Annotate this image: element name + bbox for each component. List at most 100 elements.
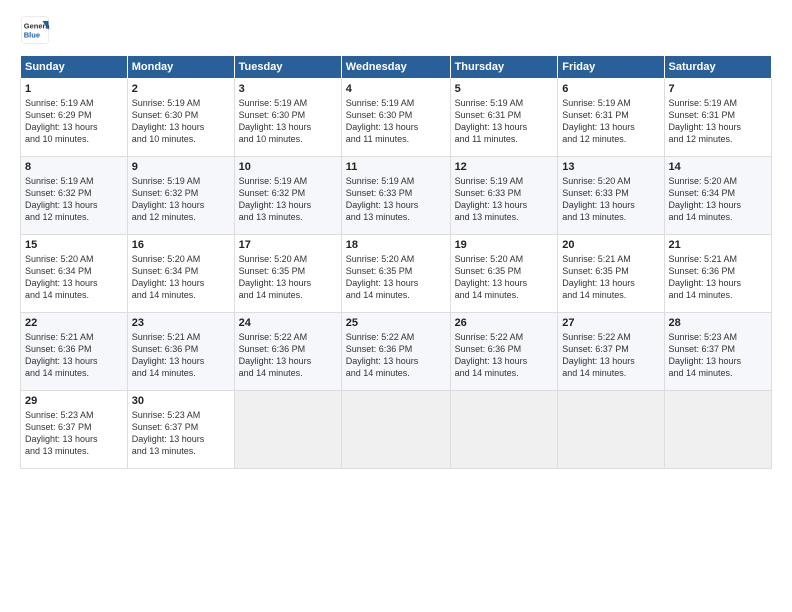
calendar-day-cell: 14 Sunrise: 5:20 AM Sunset: 6:34 PM Dayli… bbox=[664, 157, 771, 235]
day-info: Sunrise: 5:19 AM Sunset: 6:33 PM Dayligh… bbox=[346, 175, 446, 224]
day-info: Sunrise: 5:21 AM Sunset: 6:36 PM Dayligh… bbox=[132, 331, 230, 380]
svg-text:Blue: Blue bbox=[24, 31, 40, 40]
day-number: 30 bbox=[132, 395, 230, 407]
day-info: Sunrise: 5:23 AM Sunset: 6:37 PM Dayligh… bbox=[132, 409, 230, 458]
day-number: 20 bbox=[562, 239, 659, 251]
day-number: 12 bbox=[455, 161, 554, 173]
header: General Blue bbox=[20, 15, 772, 45]
weekday-header-cell: Thursday bbox=[450, 56, 558, 79]
day-number: 29 bbox=[25, 395, 123, 407]
calendar-day-cell bbox=[558, 391, 664, 469]
day-info: Sunrise: 5:23 AM Sunset: 6:37 PM Dayligh… bbox=[25, 409, 123, 458]
calendar-day-cell: 20 Sunrise: 5:21 AM Sunset: 6:35 PM Dayli… bbox=[558, 235, 664, 313]
weekday-header-cell: Wednesday bbox=[341, 56, 450, 79]
day-number: 24 bbox=[239, 317, 337, 329]
calendar-week-row: 29 Sunrise: 5:23 AM Sunset: 6:37 PM Dayli… bbox=[21, 391, 772, 469]
calendar-day-cell: 2 Sunrise: 5:19 AM Sunset: 6:30 PM Daylig… bbox=[127, 79, 234, 157]
day-info: Sunrise: 5:19 AM Sunset: 6:32 PM Dayligh… bbox=[132, 175, 230, 224]
day-info: Sunrise: 5:22 AM Sunset: 6:36 PM Dayligh… bbox=[346, 331, 446, 380]
day-number: 22 bbox=[25, 317, 123, 329]
calendar-day-cell: 3 Sunrise: 5:19 AM Sunset: 6:30 PM Daylig… bbox=[234, 79, 341, 157]
calendar-day-cell bbox=[664, 391, 771, 469]
day-info: Sunrise: 5:20 AM Sunset: 6:33 PM Dayligh… bbox=[562, 175, 659, 224]
day-number: 2 bbox=[132, 83, 230, 95]
calendar-day-cell: 9Sunrise: 5:19 AM Sunset: 6:32 PM Daylig… bbox=[127, 157, 234, 235]
day-info: Sunrise: 5:19 AM Sunset: 6:30 PM Dayligh… bbox=[239, 97, 337, 146]
day-info: Sunrise: 5:20 AM Sunset: 6:35 PM Dayligh… bbox=[239, 253, 337, 302]
calendar-week-row: 1 Sunrise: 5:19 AM Sunset: 6:29 PM Daylig… bbox=[21, 79, 772, 157]
day-info: Sunrise: 5:21 AM Sunset: 6:35 PM Dayligh… bbox=[562, 253, 659, 302]
day-number: 27 bbox=[562, 317, 659, 329]
calendar-day-cell: 30 Sunrise: 5:23 AM Sunset: 6:37 PM Dayli… bbox=[127, 391, 234, 469]
day-number: 21 bbox=[669, 239, 767, 251]
calendar-day-cell: 27 Sunrise: 5:22 AM Sunset: 6:37 PM Dayli… bbox=[558, 313, 664, 391]
day-number: 13 bbox=[562, 161, 659, 173]
calendar-day-cell: 19Sunrise: 5:20 AM Sunset: 6:35 PM Dayli… bbox=[450, 235, 558, 313]
calendar-day-cell: 26 Sunrise: 5:22 AM Sunset: 6:36 PM Dayli… bbox=[450, 313, 558, 391]
calendar-day-cell: 10 Sunrise: 5:19 AM Sunset: 6:32 PM Dayli… bbox=[234, 157, 341, 235]
weekday-header: SundayMondayTuesdayWednesdayThursdayFrid… bbox=[21, 56, 772, 79]
day-number: 3 bbox=[239, 83, 337, 95]
weekday-header-cell: Tuesday bbox=[234, 56, 341, 79]
day-info: Sunrise: 5:22 AM Sunset: 6:36 PM Dayligh… bbox=[455, 331, 554, 380]
logo: General Blue bbox=[20, 15, 50, 45]
calendar-day-cell: 1 Sunrise: 5:19 AM Sunset: 6:29 PM Daylig… bbox=[21, 79, 128, 157]
day-number: 28 bbox=[669, 317, 767, 329]
day-number: 10 bbox=[239, 161, 337, 173]
calendar-week-row: 8 Sunrise: 5:19 AM Sunset: 6:32 PM Daylig… bbox=[21, 157, 772, 235]
calendar-day-cell: 15Sunrise: 5:20 AM Sunset: 6:34 PM Dayli… bbox=[21, 235, 128, 313]
day-info: Sunrise: 5:20 AM Sunset: 6:34 PM Dayligh… bbox=[669, 175, 767, 224]
day-info: Sunrise: 5:19 AM Sunset: 6:30 PM Dayligh… bbox=[132, 97, 230, 146]
calendar-day-cell: 4 Sunrise: 5:19 AM Sunset: 6:30 PM Daylig… bbox=[341, 79, 450, 157]
calendar-day-cell: 16Sunrise: 5:20 AM Sunset: 6:34 PM Dayli… bbox=[127, 235, 234, 313]
day-number: 17 bbox=[239, 239, 337, 251]
calendar-day-cell: 8Sunrise: 5:19 AM Sunset: 6:32 PM Daylig… bbox=[21, 157, 128, 235]
calendar-day-cell: 28 Sunrise: 5:23 AM Sunset: 6:37 PM Dayli… bbox=[664, 313, 771, 391]
weekday-header-cell: Friday bbox=[558, 56, 664, 79]
calendar-body: 1 Sunrise: 5:19 AM Sunset: 6:29 PM Daylig… bbox=[21, 79, 772, 469]
calendar-day-cell: 17 Sunrise: 5:20 AM Sunset: 6:35 PM Dayli… bbox=[234, 235, 341, 313]
calendar-day-cell: 21 Sunrise: 5:21 AM Sunset: 6:36 PM Dayli… bbox=[664, 235, 771, 313]
weekday-header-cell: Saturday bbox=[664, 56, 771, 79]
day-number: 1 bbox=[25, 83, 123, 95]
weekday-header-cell: Sunday bbox=[21, 56, 128, 79]
day-number: 4 bbox=[346, 83, 446, 95]
day-number: 8 bbox=[25, 161, 123, 173]
calendar-day-cell bbox=[450, 391, 558, 469]
day-info: Sunrise: 5:23 AM Sunset: 6:37 PM Dayligh… bbox=[669, 331, 767, 380]
calendar-day-cell: 12Sunrise: 5:19 AM Sunset: 6:33 PM Dayli… bbox=[450, 157, 558, 235]
day-info: Sunrise: 5:19 AM Sunset: 6:32 PM Dayligh… bbox=[239, 175, 337, 224]
calendar-day-cell: 5Sunrise: 5:19 AM Sunset: 6:31 PM Daylig… bbox=[450, 79, 558, 157]
calendar-day-cell: 23 Sunrise: 5:21 AM Sunset: 6:36 PM Dayli… bbox=[127, 313, 234, 391]
day-number: 19 bbox=[455, 239, 554, 251]
day-number: 25 bbox=[346, 317, 446, 329]
day-info: Sunrise: 5:20 AM Sunset: 6:35 PM Dayligh… bbox=[346, 253, 446, 302]
day-info: Sunrise: 5:19 AM Sunset: 6:29 PM Dayligh… bbox=[25, 97, 123, 146]
calendar-day-cell: 22 Sunrise: 5:21 AM Sunset: 6:36 PM Dayli… bbox=[21, 313, 128, 391]
calendar-day-cell: 25 Sunrise: 5:22 AM Sunset: 6:36 PM Dayli… bbox=[341, 313, 450, 391]
day-number: 11 bbox=[346, 161, 446, 173]
day-info: Sunrise: 5:22 AM Sunset: 6:36 PM Dayligh… bbox=[239, 331, 337, 380]
calendar-day-cell: 11 Sunrise: 5:19 AM Sunset: 6:33 PM Dayli… bbox=[341, 157, 450, 235]
calendar-day-cell: 18 Sunrise: 5:20 AM Sunset: 6:35 PM Dayli… bbox=[341, 235, 450, 313]
day-number: 26 bbox=[455, 317, 554, 329]
logo-icon: General Blue bbox=[20, 15, 50, 45]
calendar-day-cell: 29 Sunrise: 5:23 AM Sunset: 6:37 PM Dayli… bbox=[21, 391, 128, 469]
day-number: 7 bbox=[669, 83, 767, 95]
day-number: 23 bbox=[132, 317, 230, 329]
day-info: Sunrise: 5:22 AM Sunset: 6:37 PM Dayligh… bbox=[562, 331, 659, 380]
day-number: 16 bbox=[132, 239, 230, 251]
day-info: Sunrise: 5:19 AM Sunset: 6:31 PM Dayligh… bbox=[455, 97, 554, 146]
calendar-day-cell bbox=[234, 391, 341, 469]
day-info: Sunrise: 5:19 AM Sunset: 6:30 PM Dayligh… bbox=[346, 97, 446, 146]
day-number: 14 bbox=[669, 161, 767, 173]
day-number: 6 bbox=[562, 83, 659, 95]
day-info: Sunrise: 5:21 AM Sunset: 6:36 PM Dayligh… bbox=[25, 331, 123, 380]
day-number: 15 bbox=[25, 239, 123, 251]
day-number: 18 bbox=[346, 239, 446, 251]
day-info: Sunrise: 5:19 AM Sunset: 6:31 PM Dayligh… bbox=[562, 97, 659, 146]
calendar-table: SundayMondayTuesdayWednesdayThursdayFrid… bbox=[20, 55, 772, 469]
day-info: Sunrise: 5:21 AM Sunset: 6:36 PM Dayligh… bbox=[669, 253, 767, 302]
calendar-day-cell: 6 Sunrise: 5:19 AM Sunset: 6:31 PM Daylig… bbox=[558, 79, 664, 157]
calendar-week-row: 15Sunrise: 5:20 AM Sunset: 6:34 PM Dayli… bbox=[21, 235, 772, 313]
